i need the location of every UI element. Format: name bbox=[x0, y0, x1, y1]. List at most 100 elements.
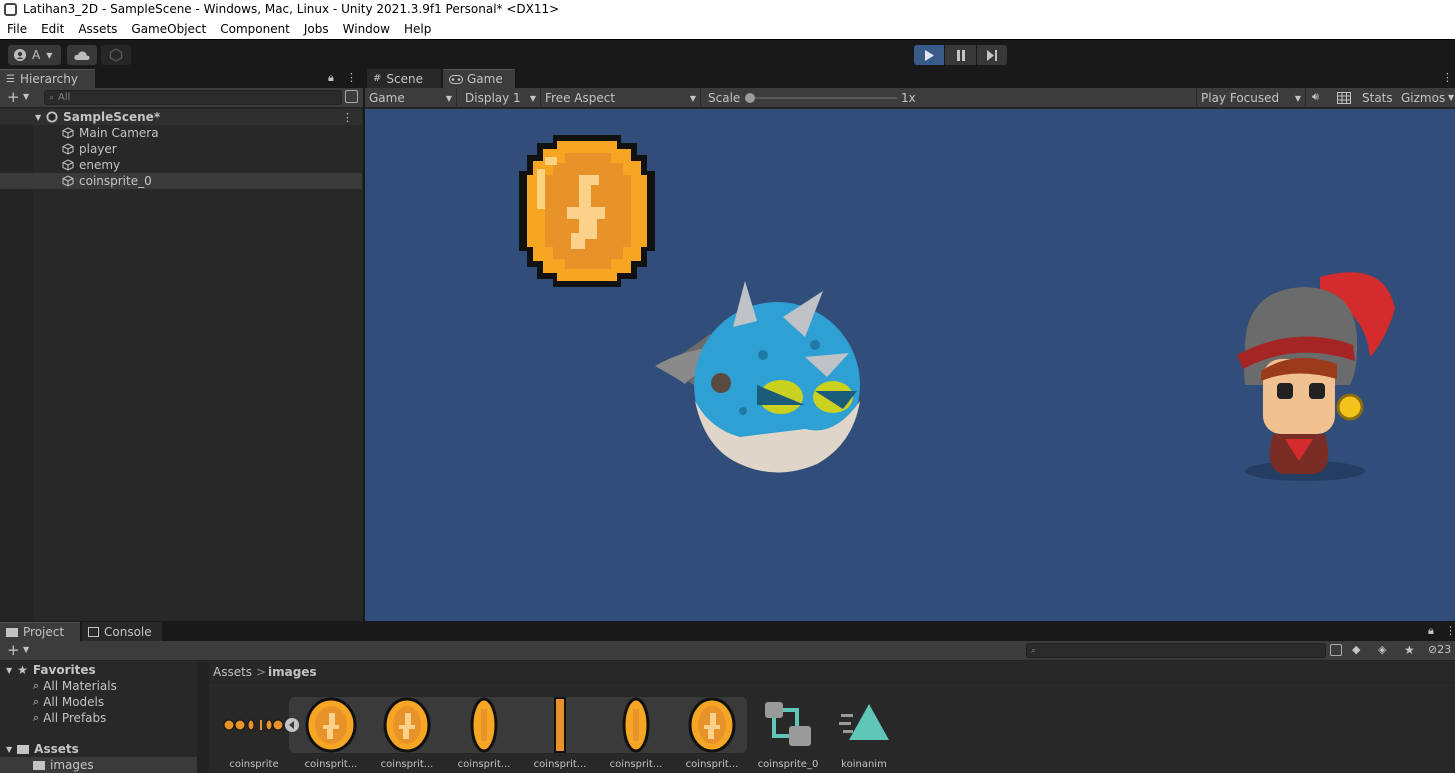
search-icon: ⌕ bbox=[33, 711, 40, 724]
folder-icon bbox=[6, 627, 18, 637]
breadcrumb-separator: > bbox=[256, 665, 267, 679]
asset-coinsprite-0-controller[interactable]: coinsprite_0 bbox=[753, 690, 823, 770]
add-icon[interactable]: + bbox=[7, 88, 20, 106]
favorites-item-all-models[interactable]: ⌕ All Models bbox=[0, 694, 197, 710]
cloud-button[interactable] bbox=[67, 45, 97, 65]
project-search-input[interactable]: ⌕ bbox=[1026, 643, 1326, 658]
more-options-icon[interactable]: ⋮ bbox=[1442, 71, 1453, 84]
folder-tree-scrollbar[interactable] bbox=[197, 662, 209, 773]
tab-console[interactable]: Console bbox=[82, 622, 162, 641]
favorites-item-all-prefabs[interactable]: ⌕ All Prefabs bbox=[0, 710, 197, 726]
asset-coinsprite-frame-5[interactable]: coinsprit... bbox=[677, 690, 747, 770]
play-icon bbox=[925, 49, 934, 61]
add-icon[interactable]: + bbox=[7, 641, 20, 659]
play-button[interactable] bbox=[914, 45, 944, 65]
collab-button[interactable] bbox=[101, 45, 131, 65]
scale-slider-thumb[interactable] bbox=[745, 93, 755, 103]
asset-coinsprite-frame-0[interactable]: coinsprit... bbox=[296, 690, 366, 770]
more-options-icon[interactable]: ⋮ bbox=[346, 71, 357, 84]
step-button[interactable] bbox=[977, 45, 1007, 65]
speaker-icon[interactable]: 🔊︎ bbox=[1312, 90, 1319, 104]
gameobject-cube-icon bbox=[62, 175, 74, 187]
display-label: Display 1 bbox=[465, 91, 521, 105]
menu-assets[interactable]: Assets bbox=[71, 22, 124, 36]
menu-gameobject[interactable]: GameObject bbox=[124, 22, 213, 36]
hierarchy-item-main-camera[interactable]: Main Camera bbox=[0, 125, 362, 141]
assets-folder-row[interactable]: ▼ Assets bbox=[0, 741, 197, 757]
asset-label: coinsprit... bbox=[380, 759, 434, 770]
breadcrumb-images[interactable]: images bbox=[268, 665, 317, 679]
game-view-panel: # Scene Game ⋮ Game ▼ Display 1 ▼ Free Asp… bbox=[365, 69, 1455, 621]
stats-button[interactable]: Stats bbox=[1362, 91, 1393, 105]
asset-label: coinsprite_0 bbox=[757, 759, 819, 770]
asset-coinsprite[interactable]: coinsprite bbox=[219, 690, 299, 770]
chevron-down-icon[interactable]: ▼ bbox=[6, 666, 12, 675]
view-mode-dropdown[interactable]: Game ▼ bbox=[365, 88, 457, 108]
unity-scene-icon bbox=[46, 111, 58, 123]
tab-game-label: Game bbox=[467, 72, 503, 86]
hierarchy-item-label: enemy bbox=[79, 158, 121, 172]
play-mode-dropdown[interactable]: Play Focused ▼ bbox=[1196, 88, 1306, 108]
tab-game[interactable]: Game bbox=[443, 69, 515, 88]
account-dropdown[interactable]: A ▼ bbox=[8, 45, 61, 65]
hidden-packages-toggle[interactable]: ⊘23 bbox=[1428, 643, 1451, 656]
scale-slider-track[interactable] bbox=[749, 97, 897, 99]
account-label: A bbox=[32, 48, 41, 62]
gizmos-button[interactable]: Gizmos bbox=[1401, 91, 1445, 105]
asset-coinsprite-frame-2[interactable]: coinsprit... bbox=[449, 690, 519, 770]
chevron-down-icon[interactable]: ▼ bbox=[6, 745, 12, 754]
tab-scene[interactable]: # Scene bbox=[367, 69, 441, 88]
hierarchy-item-coinsprite-0[interactable]: coinsprite_0 bbox=[0, 173, 362, 189]
lock-icon[interactable]: 🔒︎ bbox=[1428, 624, 1434, 638]
main-toolbar: A ▼ bbox=[0, 39, 1455, 69]
chevron-down-icon[interactable]: ▼ bbox=[35, 113, 41, 122]
menu-help[interactable]: Help bbox=[397, 22, 438, 36]
vsync-grid-icon[interactable] bbox=[1337, 92, 1351, 104]
folder-icon bbox=[33, 760, 45, 770]
lock-icon[interactable]: 🔒︎ bbox=[328, 71, 334, 85]
scene-row[interactable]: ▼ SampleScene* ⋮ bbox=[0, 109, 362, 125]
tab-hierarchy-label: Hierarchy bbox=[19, 72, 78, 86]
gameobject-cube-icon bbox=[62, 159, 74, 171]
chevron-down-icon: ▼ bbox=[529, 93, 536, 103]
coin-frame-thumbnail bbox=[383, 697, 431, 753]
more-options-icon[interactable]: ⋮ bbox=[342, 111, 353, 124]
more-options-icon[interactable]: ⋮ bbox=[1445, 624, 1455, 637]
hierarchy-item-player[interactable]: player bbox=[0, 141, 362, 157]
display-dropdown[interactable]: Display 1 ▼ bbox=[461, 88, 541, 108]
menu-window[interactable]: Window bbox=[336, 22, 397, 36]
coin-sprite[interactable] bbox=[519, 135, 655, 287]
label-tag-icon[interactable]: ◈ bbox=[1378, 643, 1386, 656]
favorites-row[interactable]: ▼ ★ Favorites bbox=[0, 662, 197, 678]
asset-coinsprite-frame-1[interactable]: coinsprit... bbox=[372, 690, 442, 770]
star-icon[interactable]: ★ bbox=[1404, 643, 1415, 657]
project-tabbar: Project Console 🔒︎ ⋮ bbox=[0, 622, 1455, 641]
coin-frame-thumbnail bbox=[688, 697, 736, 753]
menu-component[interactable]: Component bbox=[213, 22, 297, 36]
asset-coinsprite-frame-3[interactable]: coinsprit... bbox=[525, 690, 595, 770]
coin-frame-thumbnail bbox=[305, 697, 357, 753]
hierarchy-search-input[interactable]: ⌕ All bbox=[44, 90, 342, 105]
game-canvas[interactable] bbox=[365, 109, 1455, 621]
favorites-item-all-materials[interactable]: ⌕ All Materials bbox=[0, 678, 197, 694]
tab-project[interactable]: Project bbox=[0, 622, 80, 641]
filter-by-type-icon[interactable]: ◆ bbox=[1352, 643, 1360, 656]
folder-item-images[interactable]: images bbox=[0, 757, 197, 773]
menu-jobs[interactable]: Jobs bbox=[297, 22, 336, 36]
chevron-down-icon[interactable]: ▼ bbox=[23, 645, 29, 654]
chevron-down-icon[interactable]: ▼ bbox=[23, 92, 29, 101]
menu-edit[interactable]: Edit bbox=[34, 22, 71, 36]
pause-button[interactable] bbox=[945, 45, 976, 65]
search-filter-icon[interactable] bbox=[1330, 644, 1342, 656]
search-filter-icon[interactable] bbox=[345, 90, 358, 103]
chevron-down-icon: ▼ bbox=[689, 93, 696, 103]
asset-coinsprite-frame-4[interactable]: coinsprit... bbox=[601, 690, 671, 770]
scale-label: Scale bbox=[708, 91, 741, 105]
tab-hierarchy[interactable]: ☰ Hierarchy bbox=[0, 69, 95, 88]
aspect-dropdown[interactable]: Free Aspect ▼ bbox=[541, 88, 701, 108]
chevron-down-icon[interactable]: ▼ bbox=[1448, 93, 1454, 102]
hierarchy-item-enemy[interactable]: enemy bbox=[0, 157, 362, 173]
breadcrumb-assets[interactable]: Assets bbox=[213, 665, 252, 679]
asset-koinanim[interactable]: koinanim bbox=[829, 690, 899, 770]
menu-file[interactable]: File bbox=[0, 22, 34, 36]
